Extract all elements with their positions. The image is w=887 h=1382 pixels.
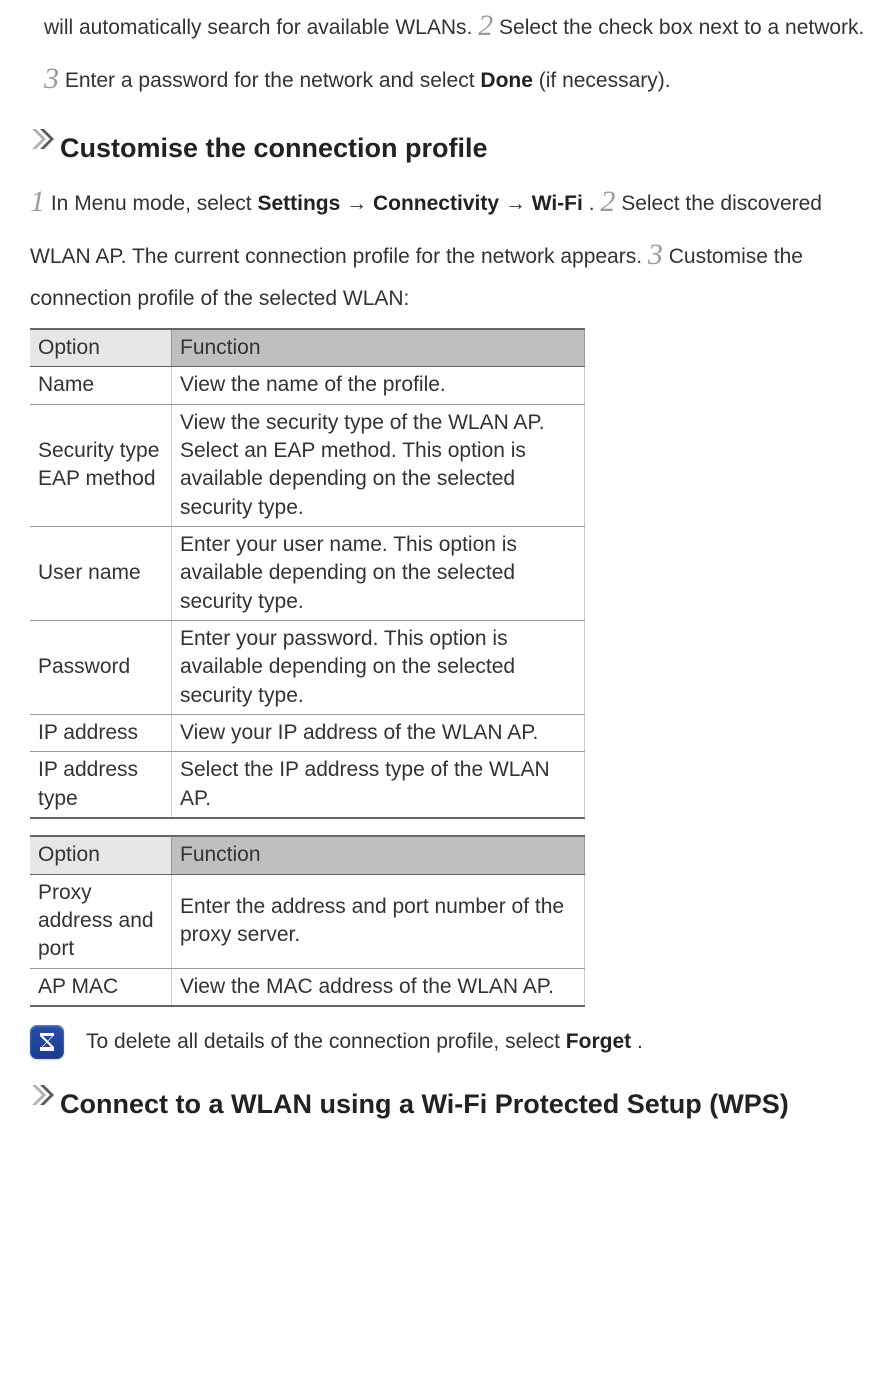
step-number-c2: 2 bbox=[600, 185, 615, 218]
table-row: IP address typeSelect the IP address typ… bbox=[30, 752, 585, 818]
forget-label: Forget bbox=[566, 1030, 631, 1053]
chevron-icon bbox=[30, 127, 58, 155]
td-function: Enter your password. This option is avai… bbox=[172, 621, 585, 715]
td-function: Select the IP address type of the WLAN A… bbox=[172, 752, 585, 818]
td-function: View the name of the profile. bbox=[172, 367, 585, 404]
menu-wifi: Wi-Fi bbox=[532, 192, 583, 215]
step-number-c1: 1 bbox=[30, 185, 45, 218]
table-row: AP MACView the MAC address of the WLAN A… bbox=[30, 968, 585, 1006]
table-header-row: Option Function bbox=[30, 329, 585, 367]
table-row: Security type EAP methodView the securit… bbox=[30, 404, 585, 526]
td-function: View the MAC address of the WLAN AP. bbox=[172, 968, 585, 1006]
options-table-1: Option Function NameView the name of the… bbox=[30, 328, 585, 819]
c-text-1a: In Menu mode, select bbox=[51, 192, 258, 215]
th-function: Function bbox=[172, 329, 585, 367]
th-option: Option bbox=[30, 836, 172, 874]
table-row: User nameEnter your user name. This opti… bbox=[30, 527, 585, 621]
heading-wps-text: Connect to a WLAN using a Wi-Fi Protecte… bbox=[60, 1089, 789, 1119]
chevron-icon bbox=[30, 1083, 58, 1111]
td-option: IP address bbox=[30, 715, 172, 752]
heading-wps: Connect to a WLAN using a Wi-Fi Protecte… bbox=[30, 1081, 865, 1128]
note-block: To delete all details of the connection … bbox=[30, 1025, 865, 1059]
th-function: Function bbox=[172, 836, 585, 874]
menu-settings: Settings bbox=[257, 192, 340, 215]
table-row: PasswordEnter your password. This option… bbox=[30, 621, 585, 715]
menu-connectivity: Connectivity bbox=[373, 192, 499, 215]
done-label: Done bbox=[480, 69, 533, 92]
table-header-row: Option Function bbox=[30, 836, 585, 874]
c-text-1b: . bbox=[589, 192, 601, 215]
td-option: AP MAC bbox=[30, 968, 172, 1006]
heading-customise: Customise the connection profile bbox=[30, 125, 865, 172]
intro-text-post2: Select the check box next to a network. bbox=[499, 16, 864, 39]
table-row: Proxy address and portEnter the address … bbox=[30, 874, 585, 968]
td-option: User name bbox=[30, 527, 172, 621]
step-number-c3: 3 bbox=[648, 238, 663, 271]
table-row: NameView the name of the profile. bbox=[30, 367, 585, 404]
note-text-a: To delete all details of the connection … bbox=[86, 1030, 566, 1053]
note-text-b: . bbox=[637, 1030, 643, 1053]
td-option: Password bbox=[30, 621, 172, 715]
td-option: Security type EAP method bbox=[30, 404, 172, 526]
intro-text-post3a: Enter a password for the network and sel… bbox=[65, 69, 481, 92]
td-function: Enter the address and port number of the… bbox=[172, 874, 585, 968]
heading-customise-text: Customise the connection profile bbox=[60, 133, 488, 163]
intro-text-post3b: (if necessary). bbox=[539, 69, 671, 92]
td-function: View the security type of the WLAN AP. S… bbox=[172, 404, 585, 526]
td-option: Proxy address and port bbox=[30, 874, 172, 968]
step-number-3: 3 bbox=[44, 62, 59, 95]
customise-paragraph: 1 In Menu mode, select Settings → Connec… bbox=[30, 176, 865, 318]
table-row: IP addressView your IP address of the WL… bbox=[30, 715, 585, 752]
options-table-2: Option Function Proxy address and portEn… bbox=[30, 835, 585, 1007]
intro-text-pre2: will automatically search for available … bbox=[44, 16, 478, 39]
td-option: IP address type bbox=[30, 752, 172, 818]
note-icon bbox=[30, 1025, 64, 1059]
note-text: To delete all details of the connection … bbox=[86, 1027, 643, 1056]
td-option: Name bbox=[30, 367, 172, 404]
intro-paragraph: will automatically search for available … bbox=[44, 0, 865, 105]
arrow-1: → bbox=[346, 192, 367, 215]
step-number-2: 2 bbox=[478, 9, 493, 42]
td-function: Enter your user name. This option is ava… bbox=[172, 527, 585, 621]
th-option: Option bbox=[30, 329, 172, 367]
td-function: View your IP address of the WLAN AP. bbox=[172, 715, 585, 752]
arrow-2: → bbox=[505, 192, 526, 215]
